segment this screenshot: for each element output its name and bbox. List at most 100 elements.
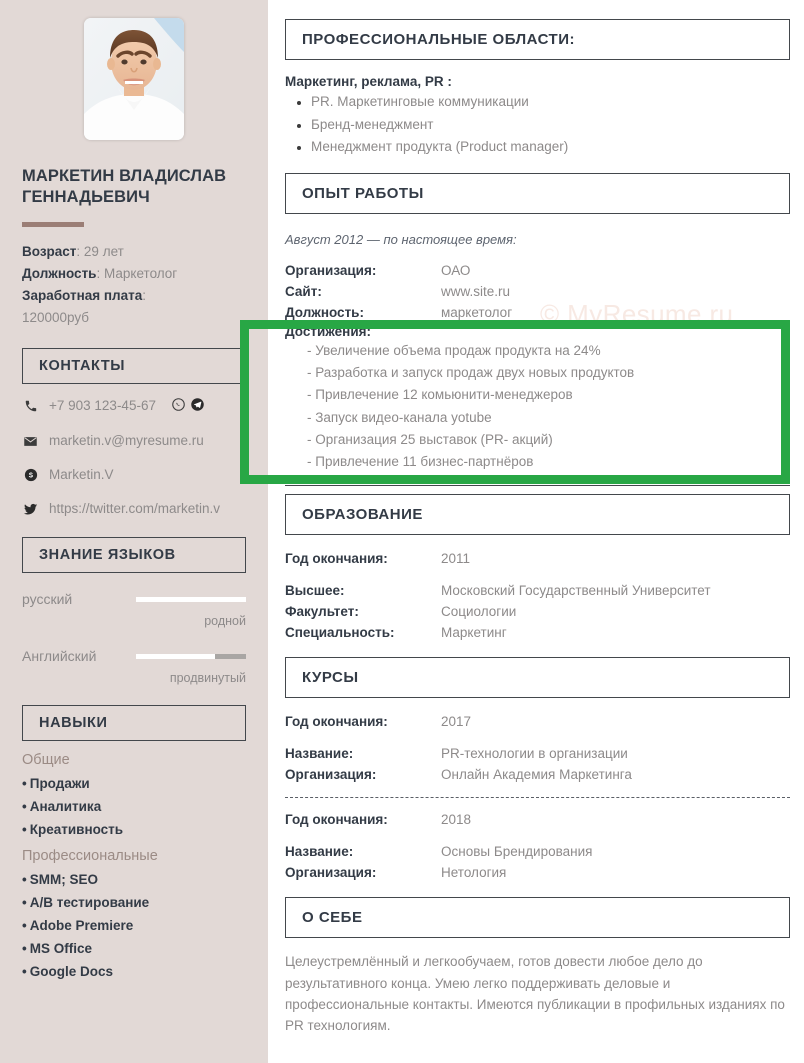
contact-email-value: marketin.v@myresume.ru	[49, 433, 204, 449]
skill-label: Аналитика	[29, 799, 102, 815]
language-name: русский	[22, 591, 73, 608]
course-entry: Год окончания: 2018 Название: Основы Бре…	[285, 809, 790, 883]
field-value: Основы Брендирования	[441, 844, 593, 860]
field-value: www.site.ru	[441, 284, 511, 300]
title-divider	[22, 222, 84, 228]
list-item: • MS Office	[22, 941, 92, 957]
field-label: Сайт:	[285, 284, 322, 300]
course-field-title: Название: Основы Брендирования	[285, 841, 790, 862]
messenger-icons	[171, 397, 205, 418]
divider-dashed	[285, 797, 790, 799]
contact-skype[interactable]: Marketin.V	[22, 466, 246, 485]
language-level: родной	[204, 614, 246, 629]
field-label: Должность:	[285, 305, 364, 321]
field-label: Факультет:	[285, 604, 359, 619]
field-value: Онлайн Академия Маркетинга	[441, 767, 632, 783]
skill-group-title: Общие	[22, 752, 70, 769]
skill-group-general: Общие • Продажи • Аналитика • Креативность	[22, 752, 246, 837]
list-item: - Привлечение 12 комьюнити-менеджеров	[307, 387, 573, 403]
course-year: Год окончания: 2018	[285, 809, 790, 830]
fact-salary-value-row: 120000руб	[22, 307, 246, 329]
skill-group-title: Профессиональные	[22, 848, 158, 865]
list-item: - Запуск видео-канала yotube	[307, 409, 492, 425]
whatsapp-icon[interactable]	[171, 397, 186, 418]
course-year: Год окончания: 2017	[285, 711, 790, 732]
skill-label: SMM; SEO	[29, 872, 98, 888]
field-value: Маркетинг	[441, 625, 507, 641]
experience-period: Август 2012 — по настоящее время:	[285, 232, 517, 248]
list-item: • Продажи	[22, 776, 90, 792]
education-field-degree: Высшее: Московский Государственный Униве…	[285, 580, 790, 601]
professional-areas-list: PR. Маркетинговые коммуникации Бренд-мен…	[291, 91, 790, 159]
fact-age: Возраст: 29 лет	[22, 244, 124, 260]
language-name: Английский	[22, 648, 97, 665]
contact-list: +7 903 123-45-67 marketin.v@myresume.ru	[22, 397, 246, 519]
skill-label: Adobe Premiere	[29, 918, 134, 934]
language-row: русский родной	[22, 591, 246, 628]
language-meter	[136, 653, 246, 659]
portrait-photo-icon	[84, 18, 184, 140]
list-item: - Привлечение 11 бизнес-партнёров	[307, 453, 534, 469]
section-header-about: О СЕБЕ	[285, 897, 790, 939]
field-label: Год окончания:	[285, 550, 388, 566]
list-item: • A/B тестирование	[22, 895, 150, 911]
contact-twitter[interactable]: https://twitter.com/marketin.v	[22, 500, 246, 519]
section-header-courses: КУРСЫ	[285, 657, 790, 699]
field-value: Нетология	[441, 865, 507, 881]
resume-page: МАРКЕТИН ВЛАДИСЛАВ ГЕННАДЬЕВИЧ Возраст: …	[0, 0, 804, 1063]
field-label: Организация:	[285, 263, 377, 279]
contact-phone[interactable]: +7 903 123-45-67	[22, 397, 246, 418]
course-field-title: Название: PR-технологии в организации	[285, 743, 790, 764]
skill-label: Креативность	[29, 822, 124, 838]
education-block: Год окончания: 2011 Высшее: Московский Г…	[285, 548, 790, 643]
course-field-organization: Организация: Онлайн Академия Маркетинга	[285, 764, 790, 785]
phone-icon	[22, 397, 39, 413]
section-header-languages: ЗНАНИЕ ЯЗЫКОВ	[22, 537, 246, 574]
telegram-icon[interactable]	[190, 397, 205, 418]
list-item: - Организация 25 выставок (PR- акций)	[307, 431, 553, 447]
education-year: Год окончания: 2011	[285, 548, 790, 569]
section-header-skills: НАВЫКИ	[22, 705, 246, 742]
field-value: Московский Государственный Университет	[441, 582, 711, 598]
course-field-organization: Организация: Нетология	[285, 862, 790, 883]
list-item: • Google Docs	[22, 964, 113, 980]
experience-field-organization: Организация: ОАО	[285, 260, 790, 281]
list-item: • SMM; SEO	[22, 872, 98, 888]
list-item: • Аналитика	[22, 799, 102, 815]
field-label: Специальность:	[285, 625, 395, 641]
divider	[285, 484, 790, 486]
field-value: ОАО	[441, 263, 471, 279]
skill-label: Продажи	[29, 776, 90, 792]
field-value: маркетолог	[441, 305, 513, 321]
education-field-specialty: Специальность: Маркетинг	[285, 622, 790, 643]
fact-position: Должность: Маркетолог	[22, 266, 178, 282]
field-label: Организация:	[285, 767, 377, 783]
language-level: продвинутый	[169, 671, 246, 686]
contact-twitter-value: https://twitter.com/marketin.v	[49, 500, 221, 516]
about-text: Целеустремлённый и легкообучаем, готов д…	[285, 954, 785, 1034]
field-value: PR-технологии в организации	[441, 746, 628, 762]
watermark: © MyResume.ru	[540, 299, 734, 329]
fact-position-label: Должность	[22, 266, 97, 282]
envelope-icon	[22, 432, 39, 449]
list-item: • Adobe Premiere	[22, 918, 134, 934]
main-content: ПРОФЕССИОНАЛЬНЫЕ ОБЛАСТИ: Маркетинг, рек…	[268, 0, 804, 1063]
field-value: Социологии	[441, 604, 517, 619]
fact-age-value: 29 лет	[83, 244, 124, 260]
list-item: Менеджмент продукта (Product manager)	[291, 136, 790, 159]
skill-group-professional: Профессиональные • SMM; SEO • A/B тестиров…	[22, 848, 246, 979]
fact-salary-label: Заработная плата	[22, 287, 143, 303]
section-header-experience: ОПЫТ РАБОТЫ	[285, 173, 790, 215]
contact-phone-value: +7 903 123-45-67	[49, 397, 156, 413]
language-list: русский родной Английский продвинутый	[22, 591, 246, 685]
section-header-professional-areas: ПРОФЕССИОНАЛЬНЫЕ ОБЛАСТИ:	[285, 19, 790, 60]
list-item: - Разработка и запуск продаж двух новых …	[307, 365, 635, 381]
fact-salary-value: 120000руб	[22, 309, 90, 325]
sidebar: МАРКЕТИН ВЛАДИСЛАВ ГЕННАДЬЕВИЧ Возраст: …	[0, 0, 268, 1063]
contact-email[interactable]: marketin.v@myresume.ru	[22, 432, 246, 451]
fact-age-label: Возраст	[22, 244, 77, 260]
contact-skype-value: Marketin.V	[49, 466, 114, 482]
skill-label: A/B тестирование	[29, 895, 150, 911]
list-item: PR. Маркетинговые коммуникации	[291, 91, 790, 114]
skill-label: Google Docs	[29, 964, 113, 980]
